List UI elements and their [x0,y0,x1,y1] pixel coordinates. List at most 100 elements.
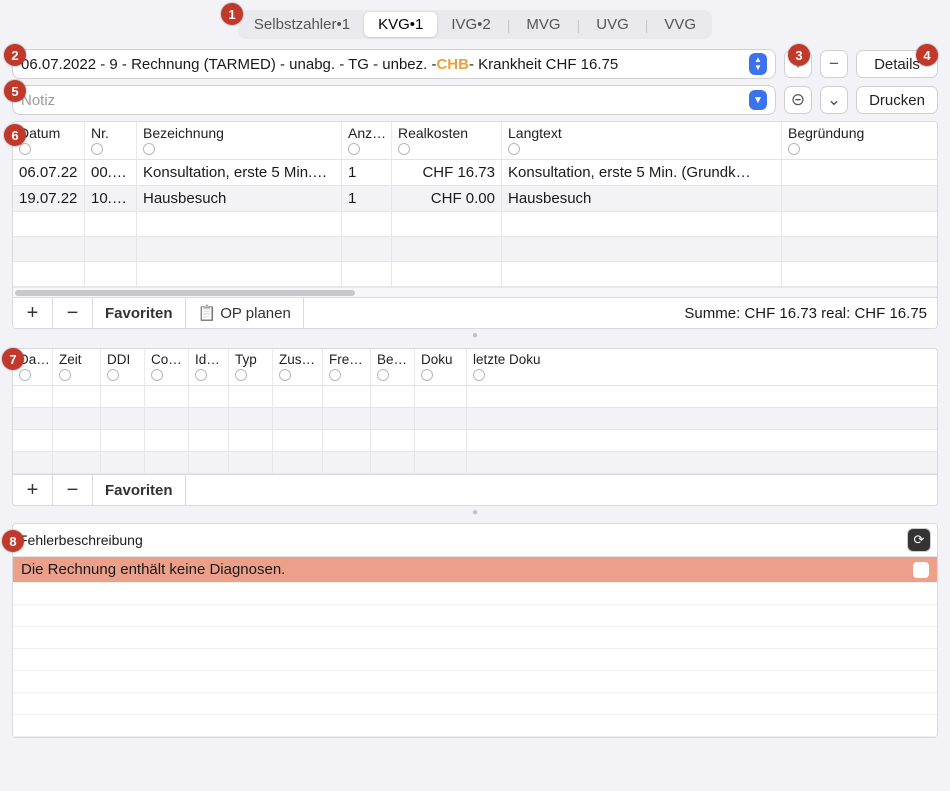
filter-icon[interactable] [151,369,163,384]
filter-icon[interactable] [377,369,389,384]
tab-uvg[interactable]: UVG [582,12,643,37]
col-zeit[interactable]: Zeit [59,352,82,367]
billing-type-tabs[interactable]: Selbstzahler•1 KVG•1 IVG•2 | MVG | UVG |… [238,10,712,39]
tab-vvg[interactable]: VVG [650,12,710,37]
filter-icon[interactable] [107,369,119,384]
table-row [13,212,937,237]
print-button[interactable]: Drucken [856,86,938,114]
details-table-footer: + − Favoriten [13,474,937,505]
tab-ivg[interactable]: IVG•2 [437,12,504,37]
step-badge-8: 8 [2,530,24,552]
error-row [13,627,937,649]
note-dropdown-icon[interactable]: ▼ [749,90,767,110]
step-badge-7: 7 [2,348,24,370]
col-be[interactable]: Be… [377,352,407,367]
table-row[interactable]: 06.07.22 00.0… Konsultation, erste 5 Min… [13,160,937,186]
filter-icon[interactable] [91,142,103,158]
filter-icon[interactable] [235,369,247,384]
filter-icon[interactable] [508,142,520,158]
error-panel-title: Fehlerbeschreibung [19,532,143,548]
favorites-button[interactable]: Favoriten [93,298,186,328]
tab-separator: | [505,17,513,33]
favorites-button[interactable]: Favoriten [93,475,186,505]
details-table: Da… Zeit DDI Co… Id… Typ Zus… Fre… Be… D… [12,348,938,506]
col-co[interactable]: Co… [151,352,182,367]
filter-icon[interactable] [143,142,155,158]
tab-separator: | [575,17,583,33]
cell-anzahl: 1 [342,160,392,186]
table-row[interactable]: 19.07.22 10.0… Hausbesuch 1 CHF 0.00 Hau… [13,186,937,212]
invoice-selector-text-suffix: - Krankheit CHF 16.75 [469,56,618,73]
remove-invoice-button[interactable]: − [820,50,848,78]
filter-icon[interactable] [195,369,207,384]
cell-nr: 10.0… [85,186,137,212]
table-row [13,237,937,262]
recycle-button[interactable]: ⊝ [784,86,812,114]
pane-resize-handle[interactable]: ● [12,329,938,342]
error-row [13,649,937,671]
col-typ[interactable]: Typ [235,352,257,367]
note-input[interactable]: Notiz ▼ [12,85,776,115]
clipboard-icon [198,304,217,322]
step-badge-6: 6 [4,124,26,146]
filter-icon[interactable] [329,369,341,384]
col-zus[interactable]: Zus… [279,352,315,367]
tab-mvg[interactable]: MVG [512,12,574,37]
remove-service-button[interactable]: − [53,298,93,328]
cell-anzahl: 1 [342,186,392,212]
note-placeholder: Notiz [21,92,55,109]
col-doku[interactable]: Doku [421,352,453,367]
error-text: Die Rechnung enthält keine Diagnosen. [21,561,285,578]
invoice-selector[interactable]: 06.07.2022 - 9 - Rechnung (TARMED) - una… [12,49,776,79]
horizontal-scrollbar[interactable] [13,287,937,297]
pane-resize-handle[interactable]: ● [12,506,938,519]
add-detail-button[interactable]: + [13,475,53,505]
filter-icon[interactable] [473,369,485,384]
col-ddi[interactable]: DDI [107,352,130,367]
col-nr[interactable]: Nr. [91,125,109,141]
col-letztedoku[interactable]: letzte Doku [473,352,541,367]
tab-selbstzahler[interactable]: Selbstzahler•1 [240,12,364,37]
filter-icon[interactable] [279,369,291,384]
error-row [13,671,937,693]
cell-nr: 00.0… [85,160,137,186]
error-checkbox[interactable] [913,562,929,578]
remove-detail-button[interactable]: − [53,475,93,505]
table-row [13,262,937,287]
cell-langtext: Hausbesuch [502,186,782,212]
filter-icon[interactable] [398,142,410,158]
add-service-button[interactable]: + [13,298,53,328]
filter-icon[interactable] [788,142,800,158]
sum-label: Summe: CHF 16.73 real: CHF 16.75 [684,305,937,322]
step-badge-3: 3 [788,44,810,66]
col-id[interactable]: Id… [195,352,220,367]
table-row [13,386,937,408]
cell-kosten: CHF 16.73 [392,160,502,186]
col-bezeichnung[interactable]: Bezeichnung [143,125,224,141]
filter-icon[interactable] [19,142,31,158]
plan-op-button[interactable]: OP planen [186,298,304,328]
filter-icon[interactable] [348,142,360,158]
col-begruendung[interactable]: Begründung [788,125,864,141]
step-badge-5: 5 [4,80,26,102]
cell-kosten: CHF 0.00 [392,186,502,212]
step-badge-1: 1 [221,3,243,25]
col-fre[interactable]: Fre… [329,352,363,367]
error-row[interactable]: Die Rechnung enthält keine Diagnosen. [13,557,937,583]
filter-icon[interactable] [19,369,31,384]
col-langtext[interactable]: Langtext [508,125,562,141]
tab-kvg[interactable]: KVG•1 [364,12,437,37]
col-anzahl[interactable]: Anz… [348,125,386,141]
filter-icon[interactable] [59,369,71,384]
error-row [13,693,937,715]
filter-icon[interactable] [421,369,433,384]
error-row [13,715,937,737]
stepper-icon[interactable]: ▲▼ [749,53,767,75]
error-row [13,605,937,627]
table-row [13,408,937,430]
cell-begruendung [782,186,938,212]
dropdown-button[interactable]: ⌄ [820,86,848,114]
col-realkosten[interactable]: Realkosten [398,125,468,141]
cell-langtext: Konsultation, erste 5 Min. (Grundk… [502,160,782,186]
refresh-errors-button[interactable]: ⟳ [907,528,931,552]
